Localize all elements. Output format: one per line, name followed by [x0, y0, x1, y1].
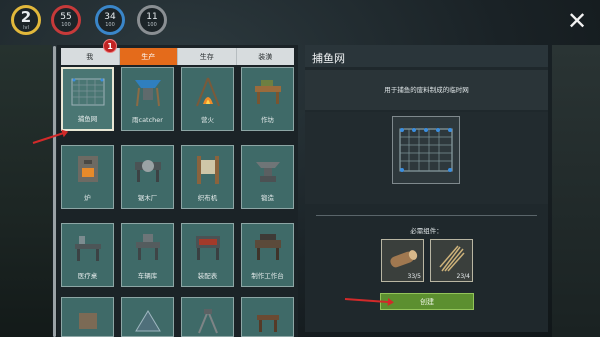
- recipe-card-crafting-table[interactable]: 制作工作台: [241, 223, 294, 287]
- required-components-label: 必需组件：: [410, 227, 443, 235]
- recipe-card-rain-catcher[interactable]: 雨catcher: [121, 67, 174, 131]
- recipe-card-vehicle-bench[interactable]: 车辆库: [121, 223, 174, 287]
- recipe-label: 作坊: [261, 116, 274, 124]
- wood-log-icon: [387, 246, 419, 276]
- recipe-label: 车辆库: [137, 272, 158, 280]
- recipe-card-campfire[interactable]: 营火: [181, 67, 234, 131]
- recipe-card[interactable]: [61, 297, 114, 337]
- rain-catcher-icon: [129, 73, 167, 109]
- material-wood[interactable]: 33/5: [381, 239, 424, 282]
- water-value: 11: [146, 11, 158, 22]
- furnace-icon: [69, 151, 107, 187]
- health-indicator: 55 100: [51, 5, 81, 35]
- workshop-icon: [249, 73, 287, 109]
- recipe-card[interactable]: [121, 297, 174, 337]
- medical-table-icon: [69, 229, 107, 265]
- recipe-card[interactable]: [181, 297, 234, 337]
- recipe-label: 锯木厂: [137, 194, 158, 202]
- build-button[interactable]: 创建: [380, 293, 474, 310]
- notification-badge: 1: [103, 39, 117, 53]
- recipe-label: 锻造: [261, 194, 274, 202]
- close-icon[interactable]: ✕: [564, 8, 590, 34]
- material-fiber[interactable]: 23/4: [430, 239, 473, 282]
- recipe-card-assembly-bench[interactable]: 装配表: [181, 223, 234, 287]
- tab-decoration[interactable]: 装潢: [237, 48, 295, 65]
- health-value: 55: [60, 11, 72, 22]
- recipe-card-loom[interactable]: 织布机: [181, 145, 234, 209]
- recipe-label: 营火: [201, 116, 214, 124]
- recipe-card-workshop[interactable]: 作坊: [241, 67, 294, 131]
- recipe-label: 捕鱼网: [77, 115, 98, 123]
- tab-production[interactable]: 生产: [119, 48, 178, 65]
- category-tabs: 我 生产 生存 装潢: [61, 48, 294, 65]
- material-count: 23/4: [456, 273, 470, 280]
- fishing-net-icon: [399, 128, 453, 172]
- divider: [316, 215, 537, 216]
- fishing-net-preview: [392, 116, 460, 184]
- water-indicator: 11 100: [137, 5, 167, 35]
- material-count: 33/5: [407, 273, 421, 280]
- tab-survival[interactable]: 生存: [178, 48, 237, 65]
- crafting-table-icon: [249, 229, 287, 265]
- vehicle-bench-icon: [129, 229, 167, 265]
- recipe-label: 炉: [84, 194, 91, 202]
- recipe-card-medical-table[interactable]: 医疗桌: [61, 223, 114, 287]
- scrollbar[interactable]: [53, 46, 56, 337]
- fiber-icon: [436, 245, 468, 277]
- anvil-icon: [249, 151, 287, 187]
- assembly-bench-icon: [189, 229, 227, 265]
- level-label: lvl: [23, 24, 29, 31]
- detail-description: 用于捕鱼的废料制成的临时网: [384, 86, 469, 94]
- food-max: 100: [105, 21, 115, 28]
- level-indicator: 2 lvl: [11, 5, 41, 35]
- tripod-icon: [189, 303, 227, 336]
- background-scene-right: [552, 45, 600, 337]
- recipe-card-furnace[interactable]: 炉: [61, 145, 114, 209]
- table-icon: [249, 303, 287, 336]
- recipe-label: 织布机: [197, 194, 218, 202]
- sawmill-icon: [129, 151, 167, 187]
- recipe-label: 雨catcher: [132, 116, 163, 124]
- recipe-label: 制作工作台: [251, 272, 284, 280]
- recipe-card-fishing-net[interactable]: 捕鱼网: [61, 67, 114, 131]
- tent-icon: [129, 303, 167, 336]
- level-value: 2: [20, 7, 32, 26]
- recipe-card-sawmill[interactable]: 锯木厂: [121, 145, 174, 209]
- item-icon: [69, 303, 107, 336]
- health-max: 100: [61, 21, 71, 28]
- water-max: 100: [147, 21, 157, 28]
- background-scene-left: [0, 45, 52, 337]
- campfire-icon: [189, 73, 227, 109]
- recipe-label: 医疗桌: [77, 272, 98, 280]
- detail-title: 捕鱼网: [312, 52, 345, 65]
- recipe-card-anvil[interactable]: 锻造: [241, 145, 294, 209]
- loom-icon: [189, 151, 227, 187]
- fishing-net-icon: [69, 74, 107, 110]
- food-value: 34: [104, 11, 116, 22]
- food-indicator: 34 100: [95, 5, 125, 35]
- recipe-label: 装配表: [197, 272, 218, 280]
- recipe-card[interactable]: [241, 297, 294, 337]
